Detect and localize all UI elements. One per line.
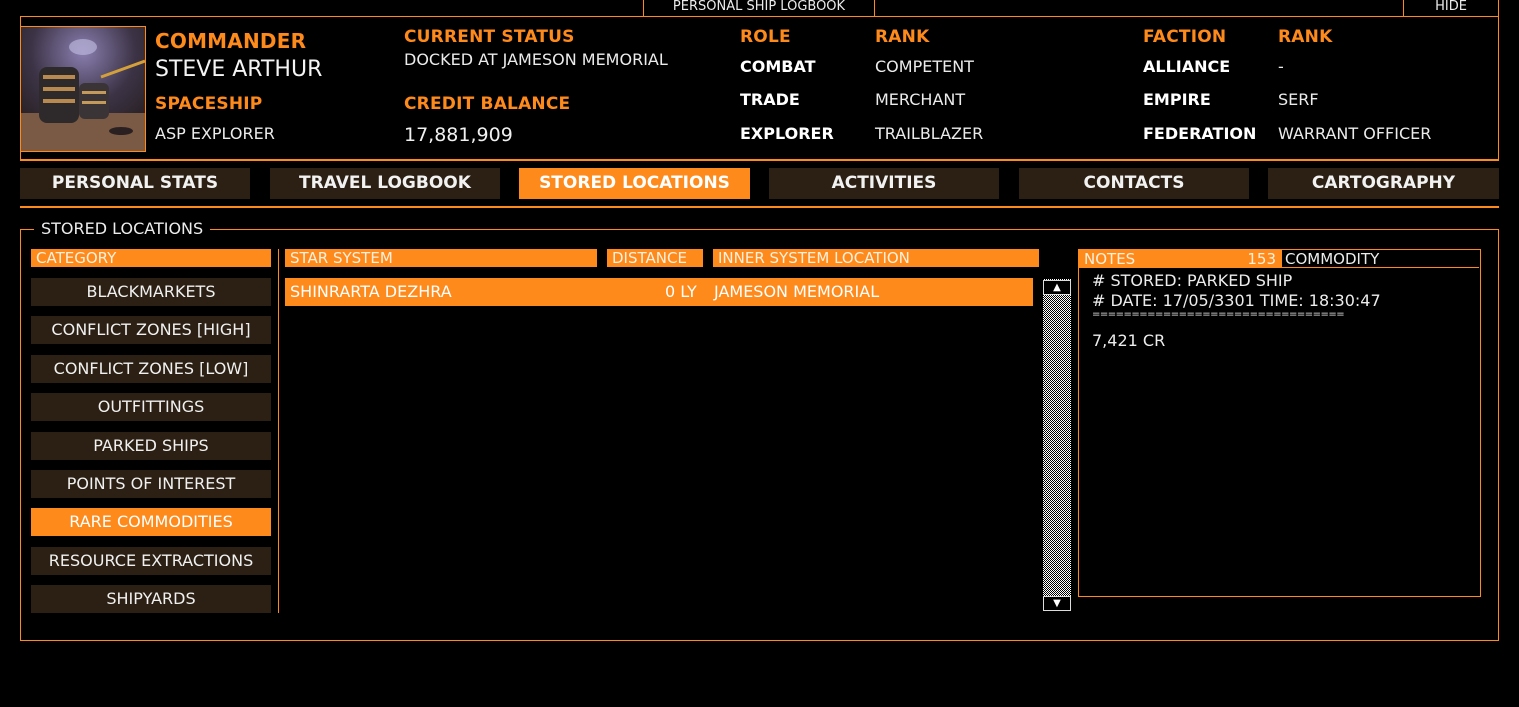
faction-federation: FEDERATION: [1143, 124, 1257, 143]
credit-balance-label: CREDIT BALANCE: [404, 94, 571, 114]
category-blackmarkets[interactable]: BLACKMARKETS: [31, 278, 271, 306]
credit-balance-value: 17,881,909: [404, 124, 513, 146]
hide-button[interactable]: HIDE: [1403, 0, 1499, 17]
header-divider: [20, 159, 1499, 161]
panel-title: STORED LOCATIONS: [34, 219, 211, 238]
tab-travel-logbook[interactable]: TRAVEL LOGBOOK: [270, 168, 500, 199]
tab-personal-stats[interactable]: PERSONAL STATS: [20, 168, 250, 199]
category-conflict-zones-high[interactable]: CONFLICT ZONES [HIGH]: [31, 316, 271, 344]
faction-header: FACTION: [1143, 27, 1227, 47]
tab-activities[interactable]: ACTIVITIES: [769, 168, 999, 199]
faction-empire: EMPIRE: [1143, 90, 1211, 109]
rank-explorer: TRAILBLAZER: [875, 124, 984, 143]
commander-avatar: [20, 26, 146, 152]
window-title: PERSONAL SHIP LOGBOOK: [643, 0, 875, 17]
table-row[interactable]: SHINRARTA DEZHRA 0 LY JAMESON MEMORIAL: [285, 278, 1033, 306]
category-points-of-interest[interactable]: POINTS OF INTEREST: [31, 470, 271, 498]
category-rare-commodities[interactable]: RARE COMMODITIES: [31, 508, 271, 536]
current-status-label: CURRENT STATUS: [404, 27, 575, 47]
scroll-up-button[interactable]: ▲: [1043, 280, 1071, 295]
row-distance: 0 LY: [665, 282, 697, 301]
rank-alliance: -: [1278, 57, 1284, 76]
triangle-up-icon: ▲: [1053, 282, 1061, 293]
faction-rank-header: RANK: [1278, 27, 1333, 47]
category-divider: [278, 249, 279, 613]
note-line-3[interactable]: ================================: [1092, 309, 1345, 320]
notes-char-count: 153: [1247, 250, 1276, 268]
tab-cartography[interactable]: CARTOGRAPHY: [1268, 168, 1499, 199]
category-header: CATEGORY: [31, 249, 271, 267]
row-star-system: SHINRARTA DEZHRA: [290, 282, 452, 301]
spaceship-name: ASP EXPLORER: [155, 124, 275, 143]
note-line-1[interactable]: # STORED: PARKED SHIP: [1092, 271, 1292, 290]
rank-empire: SERF: [1278, 90, 1319, 109]
column-star-system[interactable]: STAR SYSTEM: [285, 249, 597, 267]
role-explorer: EXPLORER: [740, 124, 834, 143]
notes-header: NOTES 153: [1079, 250, 1282, 268]
faction-alliance: ALLIANCE: [1143, 57, 1231, 76]
role-combat: COMBAT: [740, 57, 816, 76]
category-resource-extractions[interactable]: RESOURCE EXTRACTIONS: [31, 547, 271, 575]
row-inner-location: JAMESON MEMORIAL: [714, 282, 880, 301]
rank-federation: WARRANT OFFICER: [1278, 124, 1432, 143]
column-distance[interactable]: DISTANCE: [607, 249, 703, 267]
tab-stored-locations[interactable]: STORED LOCATIONS: [519, 168, 750, 199]
category-outfittings[interactable]: OUTFITTINGS: [31, 393, 271, 421]
column-inner-system-location[interactable]: INNER SYSTEM LOCATION: [713, 249, 1039, 267]
tabs-divider: [20, 206, 1499, 208]
category-conflict-zones-low[interactable]: CONFLICT ZONES [LOW]: [31, 355, 271, 383]
role-trade: TRADE: [740, 90, 800, 109]
current-status-value: DOCKED AT JAMESON MEMORIAL: [404, 50, 668, 69]
spaceship-label: SPACESHIP: [155, 94, 263, 114]
commander-label: COMMANDER: [155, 29, 307, 53]
category-shipyards[interactable]: SHIPYARDS: [31, 585, 271, 613]
rank-combat: COMPETENT: [875, 57, 974, 76]
role-header: ROLE: [740, 27, 791, 47]
triangle-down-icon: ▼: [1053, 598, 1061, 609]
header-right-border: [1498, 16, 1499, 160]
role-rank-header: RANK: [875, 27, 930, 47]
tab-contacts[interactable]: CONTACTS: [1019, 168, 1249, 199]
avatar-image: [21, 27, 145, 151]
note-line-2[interactable]: # DATE: 17/05/3301 TIME: 18:30:47: [1092, 291, 1381, 310]
commander-name: STEVE ARTHUR: [155, 57, 323, 82]
scroll-down-button[interactable]: ▼: [1043, 596, 1071, 611]
category-parked-ships[interactable]: PARKED SHIPS: [31, 432, 271, 460]
rank-trade: MERCHANT: [875, 90, 966, 109]
table-scrollbar[interactable]: [1043, 279, 1071, 610]
commodity-header[interactable]: COMMODITY: [1282, 250, 1479, 268]
note-line-4[interactable]: 7,421 CR: [1092, 331, 1165, 350]
notes-label: NOTES: [1084, 250, 1136, 268]
